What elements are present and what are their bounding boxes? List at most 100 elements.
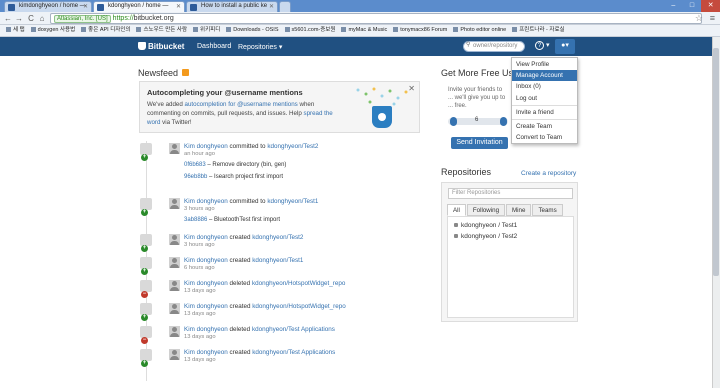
bookmark-item[interactable]: myMac & Music — [341, 25, 387, 36]
reload-icon[interactable]: C — [26, 14, 36, 23]
feed-repo-link[interactable]: kdonghyeon/Test1 — [252, 257, 303, 264]
menu-view-profile[interactable]: View Profile — [512, 59, 577, 70]
feed-item-text: Kim donghyeon deleted kdonghyeon/Hotspot… — [184, 280, 345, 287]
slider-handle[interactable] — [500, 117, 507, 126]
bookmark-item[interactable]: 프린트나라 - 자료실 — [512, 25, 565, 36]
feed-user-link[interactable]: Kim donghyeon — [184, 234, 228, 241]
close-window-icon[interactable]: ✕ — [701, 0, 720, 12]
browser-tab[interactable]: kimdonghyeon / home — ✕ — [4, 1, 92, 12]
user-avatar[interactable] — [169, 349, 180, 360]
minimize-icon[interactable]: – — [664, 0, 683, 12]
repository-avatar[interactable] — [140, 326, 152, 338]
menu-invite-friend[interactable]: Invite a friend — [512, 107, 577, 118]
forward-arrow-icon[interactable]: → — [14, 14, 24, 23]
menu-manage-account[interactable]: Manage Account — [512, 70, 577, 81]
feed-repo-link[interactable]: kdonghyeon/Test2 — [252, 234, 303, 241]
browser-tab[interactable]: How to install a public ke ✕ — [186, 1, 278, 12]
commit-hash-link[interactable]: 3ab8886 — [184, 217, 207, 223]
nav-repositories[interactable]: Repositories ▾ — [238, 43, 282, 51]
feed-repo-link[interactable]: kdonghyeon/HotspotWidget_repo — [252, 280, 345, 287]
user-avatar[interactable] — [169, 303, 180, 314]
user-avatar[interactable] — [169, 326, 180, 337]
feed-repo-link[interactable]: kdonghyeon/Test1 — [267, 198, 318, 205]
menu-log-out[interactable]: Log out — [512, 93, 577, 104]
user-menu-button[interactable]: ●▾ — [555, 39, 575, 54]
repository-avatar[interactable] — [140, 234, 152, 246]
bookmark-item[interactable]: 스노우드 만든 사람 — [136, 25, 187, 36]
feed-repo-link[interactable]: kdonghyeon/Test2 — [267, 143, 318, 150]
lock-icon — [454, 223, 458, 227]
bookmark-star-icon[interactable]: ☆ — [695, 13, 703, 24]
chevron-down-icon: ▾ — [565, 42, 569, 49]
feed-repo-link[interactable]: kdonghyeon/Test Applications — [252, 326, 335, 333]
nav-dashboard[interactable]: Dashboard — [197, 43, 231, 50]
close-tab-icon[interactable]: ✕ — [269, 3, 274, 10]
tab-mine[interactable]: Mine — [506, 204, 532, 216]
menu-inbox[interactable]: Inbox (0) — [512, 81, 577, 92]
ev-certificate-badge[interactable]: Atlassian, Inc. [US] — [54, 15, 111, 23]
bookmark-item[interactable]: s5601.com-증보원 — [284, 25, 335, 36]
feed-user-link[interactable]: Kim donghyeon — [184, 280, 228, 287]
bookmark-item[interactable]: doxygen 사용법 — [30, 25, 75, 36]
feed-user-link[interactable]: Kim donghyeon — [184, 198, 228, 205]
repository-avatar[interactable] — [140, 303, 152, 315]
repository-avatar[interactable] — [140, 198, 152, 210]
bookmark-item[interactable]: 위키피디 — [193, 25, 220, 36]
tab-following[interactable]: Following — [466, 204, 506, 216]
tab-all[interactable]: All — [447, 204, 466, 216]
user-avatar[interactable] — [169, 234, 180, 245]
user-avatar[interactable] — [169, 143, 180, 154]
bookmark-item[interactable]: Downloads - OSIS — [226, 25, 279, 36]
feed-repo-link[interactable]: kdonghyeon/HotspotWidget_repo — [252, 303, 345, 310]
feed-user-link[interactable]: Kim donghyeon — [184, 349, 228, 356]
url-input[interactable]: Atlassian, Inc. [US] https://bitbucket.o… — [50, 13, 702, 24]
bookmark-item[interactable]: 좋은 API 디자인의 — [81, 25, 130, 36]
back-arrow-icon[interactable]: ← — [3, 14, 13, 23]
feed-user-link[interactable]: Kim donghyeon — [184, 303, 228, 310]
promo-autocomplete-link[interactable]: autocompletion for @username mentions — [185, 101, 298, 108]
wrench-menu-icon[interactable]: ≡ — [710, 13, 715, 23]
commit-message: – Isearch project first import — [207, 174, 284, 180]
menu-create-team[interactable]: Create Team — [512, 121, 577, 132]
repository-avatar[interactable] — [140, 257, 152, 269]
feed-repo-link[interactable]: kdonghyeon/Test Applications — [252, 349, 335, 356]
repository-avatar[interactable] — [140, 349, 152, 361]
close-tab-icon[interactable]: ✕ — [176, 3, 181, 10]
commit-hash-link[interactable]: 96eb8bb — [184, 174, 207, 180]
bookmark-item[interactable]: tonymacx86 Forum — [393, 25, 447, 36]
repository-item[interactable]: kdonghyeon / Test1 — [454, 222, 517, 229]
menu-convert-team[interactable]: Convert to Team — [512, 132, 577, 143]
browser-tab-title: How to install a public ke — [201, 3, 268, 9]
send-invitation-button[interactable]: Send Invitation — [451, 137, 508, 149]
new-tab-button[interactable] — [279, 1, 291, 12]
scrollbar-thumb[interactable] — [713, 48, 719, 276]
rss-icon[interactable] — [182, 69, 190, 76]
bookmark-item[interactable]: 세 탭 — [6, 25, 25, 36]
feed-user-link[interactable]: Kim donghyeon — [184, 257, 228, 264]
home-icon[interactable]: ⌂ — [37, 14, 47, 23]
browser-tab-active[interactable]: kdonghyeon / home — ✕ — [93, 1, 185, 12]
filter-repositories-input[interactable]: Filter Repositories — [448, 188, 573, 199]
slider-handle[interactable] — [450, 117, 457, 126]
maximize-icon[interactable]: □ — [683, 0, 702, 12]
search-input[interactable]: ⚲ owner/repository — [463, 41, 525, 52]
repository-item[interactable]: kdonghyeon / Test2 — [454, 233, 517, 240]
bitbucket-logo[interactable]: Bitbucket — [138, 42, 184, 51]
bookmark-item[interactable]: Photo editor online — [453, 25, 506, 36]
user-avatar[interactable] — [169, 198, 180, 209]
bitbucket-favicon-icon — [8, 4, 15, 11]
feed-user-link[interactable]: Kim donghyeon — [184, 326, 228, 333]
repository-avatar[interactable] — [140, 143, 152, 155]
user-avatar[interactable] — [169, 257, 180, 268]
repositories-heading: Repositories — [441, 167, 492, 177]
user-avatar[interactable] — [169, 280, 180, 291]
tab-teams[interactable]: Teams — [532, 204, 563, 216]
help-menu[interactable]: ? ▾ — [535, 41, 549, 50]
feed-user-link[interactable]: Kim donghyeon — [184, 143, 228, 150]
create-repository-link[interactable]: Create a repository — [521, 170, 576, 177]
repository-name: kdonghyeon / Test1 — [461, 222, 518, 229]
plus-icon: + — [141, 245, 148, 252]
commit-hash-link[interactable]: 0f6b683 — [184, 162, 206, 168]
close-tab-icon[interactable]: ✕ — [83, 3, 88, 10]
repository-avatar[interactable] — [140, 280, 152, 292]
